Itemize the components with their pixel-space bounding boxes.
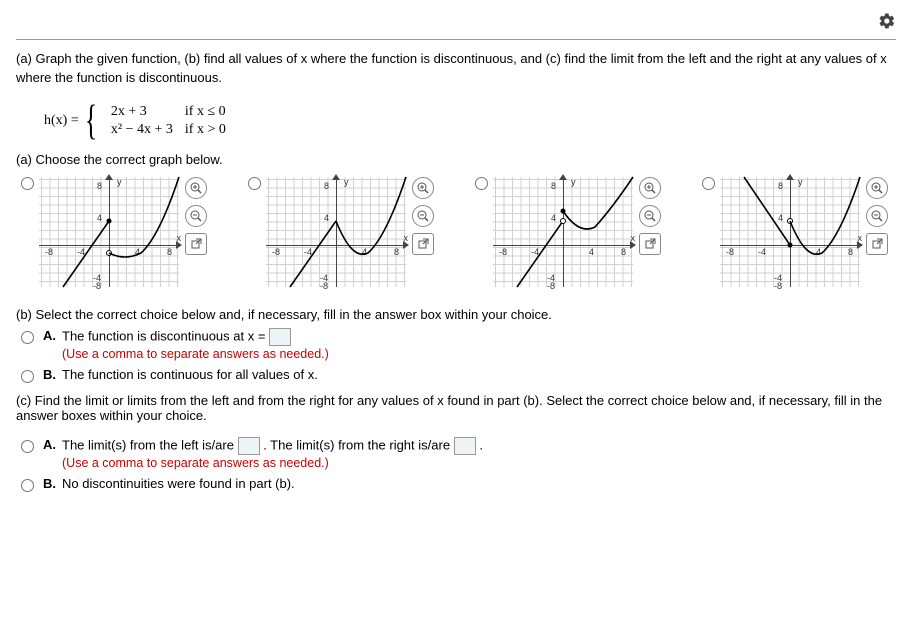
- open-external-icon[interactable]: [412, 233, 434, 255]
- part-b-answer-input[interactable]: [269, 328, 291, 346]
- part-c-left-text: The limit(s) from the left is/are: [62, 437, 234, 452]
- gear-icon[interactable]: [878, 12, 896, 33]
- part-c-left-input[interactable]: [238, 437, 260, 455]
- piece-2-cond: if x > 0: [179, 121, 232, 139]
- piecewise-equation: h(x) = { 2x + 3 if x ≤ 0 x² − 4x + 3 if …: [44, 100, 896, 142]
- graph-option-2-radio[interactable]: [248, 177, 261, 190]
- choice-letter: B.: [43, 367, 56, 382]
- zoom-out-icon[interactable]: [412, 205, 434, 227]
- zoom-out-icon[interactable]: [185, 205, 207, 227]
- part-b-choice-a-radio[interactable]: [21, 331, 34, 344]
- graph-option-1[interactable]: y x -8 -4 4 8 8 4 -4 -8: [39, 177, 179, 287]
- graph-option-3[interactable]: y x -8 -4 4 8 8 4 -4 -8: [493, 177, 633, 287]
- equation-lhs: h(x) =: [44, 113, 79, 129]
- zoom-in-icon[interactable]: [639, 177, 661, 199]
- part-c-post-text: .: [479, 437, 483, 452]
- part-c-right-text: . The limit(s) from the right is/are: [263, 437, 450, 452]
- graph-option-4[interactable]: y x -8 -4 4 8 8 4 -4 -8: [720, 177, 860, 287]
- graph-option-1-radio[interactable]: [21, 177, 34, 190]
- part-b-choice-b-text: The function is continuous for all value…: [62, 367, 318, 382]
- part-c-prompt: (c) Find the limit or limits from the le…: [16, 393, 896, 423]
- choice-letter: A.: [43, 328, 56, 343]
- part-c-choice-a-radio[interactable]: [21, 440, 34, 453]
- graph-option-2[interactable]: y x -8 -4 4 8 8 4 -4 -8: [266, 177, 406, 287]
- part-c-hint: (Use a comma to separate answers as need…: [62, 456, 329, 470]
- open-external-icon[interactable]: [185, 233, 207, 255]
- zoom-out-icon[interactable]: [639, 205, 661, 227]
- part-b-hint: (Use a comma to separate answers as need…: [62, 347, 329, 361]
- choice-letter: B.: [43, 476, 56, 491]
- graph-option-3-radio[interactable]: [475, 177, 488, 190]
- piece-2-expr: x² − 4x + 3: [105, 121, 179, 139]
- part-a-prompt: (a) Choose the correct graph below.: [16, 152, 896, 167]
- graph-options-row: y x -8 -4 4 8 8 4 -4 -8: [16, 177, 896, 287]
- main-prompt: (a) Graph the given function, (b) find a…: [16, 50, 896, 88]
- open-external-icon[interactable]: [639, 233, 661, 255]
- part-c-choice-b-text: No discontinuities were found in part (b…: [62, 476, 295, 491]
- open-external-icon[interactable]: [866, 233, 888, 255]
- part-b-choice-b-radio[interactable]: [21, 370, 34, 383]
- piece-1-expr: 2x + 3: [105, 103, 179, 121]
- zoom-in-icon[interactable]: [412, 177, 434, 199]
- zoom-in-icon[interactable]: [185, 177, 207, 199]
- graph-option-4-radio[interactable]: [702, 177, 715, 190]
- zoom-in-icon[interactable]: [866, 177, 888, 199]
- choice-letter: A.: [43, 437, 56, 452]
- part-c-right-input[interactable]: [454, 437, 476, 455]
- piece-1-cond: if x ≤ 0: [179, 103, 232, 121]
- part-c-choice-b-radio[interactable]: [21, 479, 34, 492]
- zoom-out-icon[interactable]: [866, 205, 888, 227]
- part-b-choice-a-text: The function is discontinuous at x =: [62, 328, 265, 343]
- left-brace: {: [85, 100, 97, 142]
- part-b-prompt: (b) Select the correct choice below and,…: [16, 307, 896, 322]
